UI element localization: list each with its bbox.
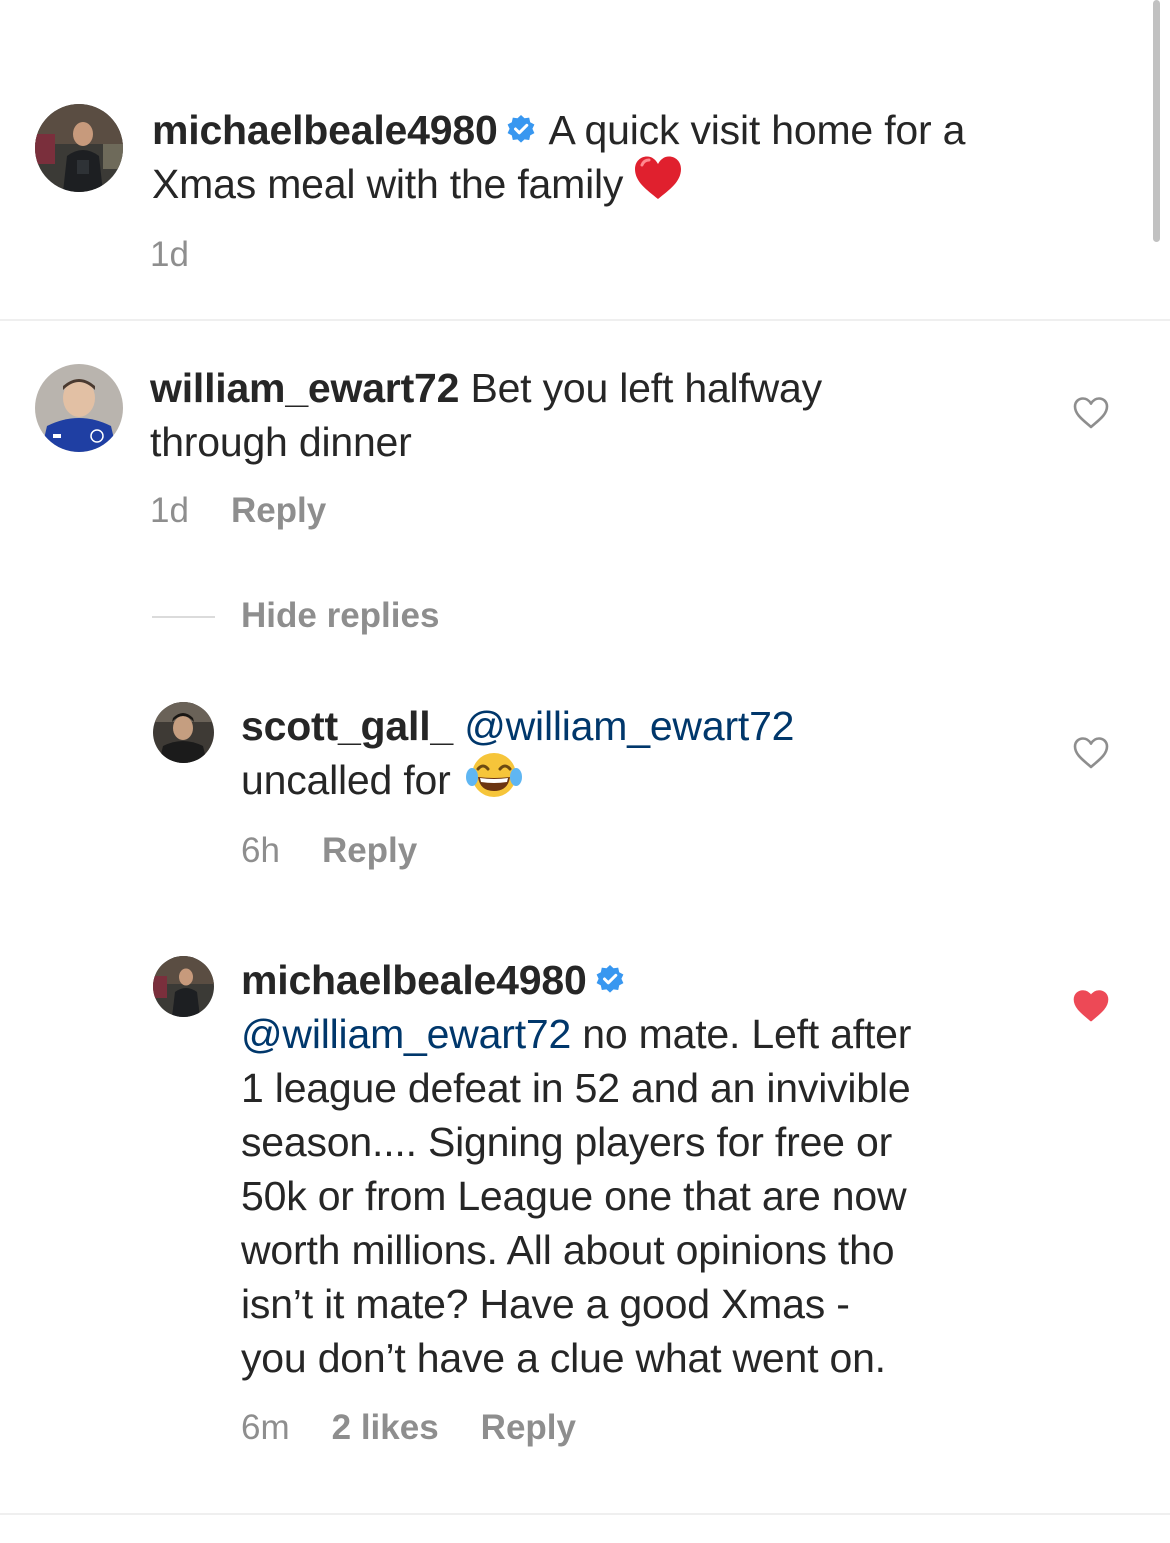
reply-time: 6h	[241, 831, 280, 870]
reply-text-line7: you don’t have a clue what went on.	[241, 1335, 886, 1382]
post-caption-line1: A quick visit home for a	[548, 107, 966, 153]
hide-replies-button[interactable]: Hide replies	[241, 596, 439, 636]
verified-badge-icon	[506, 103, 536, 157]
post-time: 1d	[150, 235, 189, 274]
verified-badge-icon	[595, 953, 625, 1007]
like-button[interactable]	[1072, 989, 1110, 1028]
red-heart-emoji	[633, 155, 683, 214]
heart-filled-icon	[1073, 990, 1109, 1022]
avatar-scott_gall_[interactable]	[153, 702, 214, 763]
comment-text-line1: Bet you left halfway	[470, 365, 822, 411]
reply-meta: 6h Reply	[241, 831, 417, 871]
reply-button[interactable]: Reply	[322, 831, 417, 870]
post-caption: michaelbeale4980 A quick visit home for …	[152, 103, 1132, 214]
post-caption-line2: Xmas meal with the family	[152, 161, 624, 208]
avatar-william_ewart72[interactable]	[35, 364, 123, 452]
comment-text: william_ewart72 Bet you left halfway thro…	[150, 361, 1050, 469]
like-button[interactable]	[1072, 736, 1110, 775]
likes-count[interactable]: 2 likes	[332, 1408, 439, 1447]
reply-username[interactable]: michaelbeale4980	[241, 957, 587, 1003]
reply-time: 6m	[241, 1408, 290, 1447]
heart-outline-icon	[1073, 737, 1109, 769]
reply-text: scott_gall_ @william_ewart72 uncalled for	[241, 699, 1051, 812]
like-button[interactable]	[1072, 396, 1110, 435]
post-username[interactable]: michaelbeale4980	[152, 107, 498, 153]
reply-text-line2: uncalled for	[241, 757, 451, 803]
reply-button[interactable]: Reply	[481, 1408, 576, 1447]
post-meta: 1d	[150, 235, 189, 275]
comment-meta: 1d Reply	[150, 491, 326, 531]
scrollbar[interactable]	[1153, 0, 1160, 242]
reply-username[interactable]: scott_gall_	[241, 703, 453, 749]
reply-meta: 6m 2 likes Reply	[241, 1408, 576, 1448]
reply-text-line4: 50k or from League one that are now	[241, 1173, 907, 1220]
reply-mention[interactable]: @william_ewart72	[241, 1011, 571, 1057]
comment-username[interactable]: william_ewart72	[150, 365, 459, 411]
hide-replies-line	[152, 616, 215, 618]
reply-text: michaelbeale4980 @william_ewart72 no mate…	[241, 953, 1051, 1385]
reply-text-line1: no mate. Left after	[571, 1011, 912, 1058]
avatar-photo	[153, 956, 214, 1017]
heart-outline-icon	[1073, 397, 1109, 429]
avatar-michaelbeale4980[interactable]	[153, 956, 214, 1017]
comment-time: 1d	[150, 491, 189, 530]
reply-text-line2: 1 league defeat in 52 and an invivible	[241, 1065, 911, 1112]
divider	[0, 319, 1170, 321]
avatar-photo	[153, 702, 214, 763]
reply-mention[interactable]: @william_ewart72	[464, 703, 794, 749]
reply-text-line6: isn’t it mate? Have a good Xmas -	[241, 1281, 850, 1328]
avatar-michaelbeale4980[interactable]	[35, 104, 123, 192]
face-with-tears-of-joy-emoji	[465, 749, 522, 812]
avatar-photo	[35, 364, 123, 452]
reply-text-line3: season.... Signing players for free or	[241, 1119, 893, 1166]
comment-text-line2: through dinner	[150, 419, 412, 465]
divider	[0, 1513, 1170, 1515]
reply-button[interactable]: Reply	[231, 491, 326, 530]
reply-text-line5: worth millions. All about opinions tho	[241, 1227, 895, 1274]
avatar-photo	[35, 104, 123, 192]
